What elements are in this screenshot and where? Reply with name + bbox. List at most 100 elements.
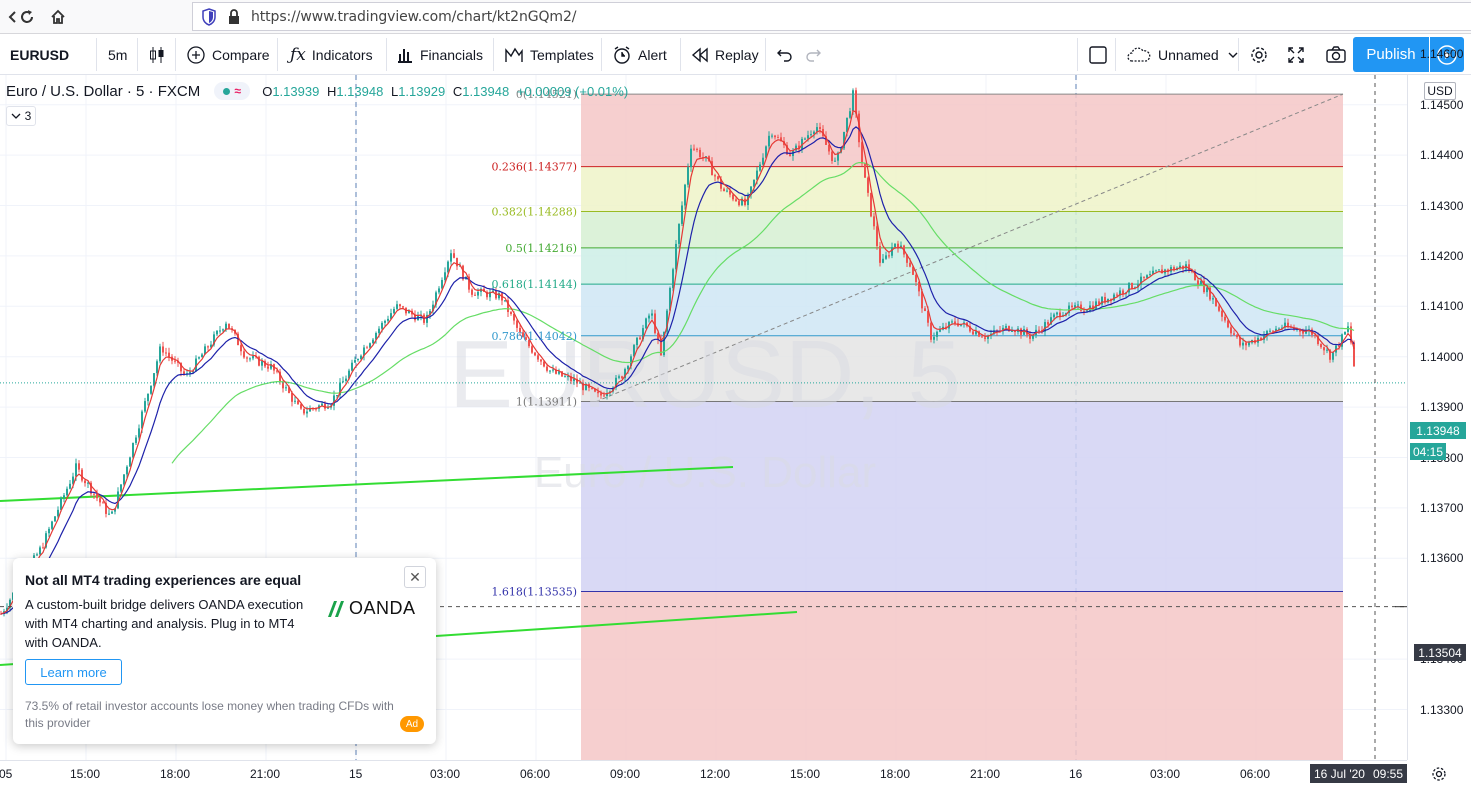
- candle-body: [267, 366, 269, 369]
- candle-body: [183, 371, 185, 374]
- candle-body: [681, 205, 683, 224]
- shield-icon[interactable]: [201, 8, 217, 31]
- redo-button[interactable]: [796, 34, 836, 75]
- time-tick-label: 15:00: [790, 767, 821, 781]
- price-tick-label: 1.13300: [1420, 702, 1464, 717]
- candle-body: [693, 148, 695, 150]
- candle-body: [771, 135, 773, 137]
- candle-body: [66, 488, 68, 496]
- market-status[interactable]: ≈: [214, 82, 251, 100]
- fib-level-label: 1.618(1.13535): [491, 586, 577, 599]
- candle-body: [96, 494, 98, 499]
- candle-body: [444, 272, 446, 280]
- symbol-search-button[interactable]: EURUSD: [2, 34, 77, 75]
- compare-button[interactable]: Compare: [178, 34, 278, 75]
- candle-body: [39, 547, 41, 555]
- redo-icon: [806, 49, 821, 62]
- last-price-tag: 1.13948: [1410, 422, 1466, 439]
- candle-body: [1236, 334, 1238, 338]
- candle-body: [471, 289, 473, 295]
- candle-body: [162, 346, 164, 353]
- candle-body: [111, 511, 113, 514]
- candle-body: [540, 359, 542, 362]
- chevron-down-icon: [1228, 52, 1238, 58]
- publish-button[interactable]: Publish: [1353, 37, 1429, 72]
- candle-body: [855, 90, 857, 114]
- candle-body: [1230, 327, 1232, 334]
- url-text[interactable]: https://www.tradingview.com/chart/kt2nGQ…: [251, 9, 577, 25]
- candle-body: [366, 347, 368, 349]
- address-bar[interactable]: https://www.tradingview.com/chart/kt2nGQ…: [192, 2, 1471, 31]
- chart-style-button[interactable]: [140, 34, 180, 75]
- learn-more-button[interactable]: Learn more: [25, 659, 122, 685]
- candle-body: [831, 151, 833, 161]
- candle-body: [564, 376, 566, 378]
- alert-button[interactable]: Alert: [604, 34, 675, 75]
- time-axis[interactable]: 05 15:00 18:00 21:00 15 03:00 06:00 09:00 12:00 1…: [0, 760, 1407, 785]
- close-value: 1.13948: [462, 83, 510, 99]
- candle-body: [1344, 331, 1346, 335]
- fib-level-label: 0.786(1.14042): [491, 330, 577, 343]
- oanda-logo[interactable]: OANDA: [325, 598, 416, 619]
- candle-body: [81, 469, 83, 481]
- fullscreen-button[interactable]: [1279, 34, 1319, 75]
- candle-body: [285, 387, 287, 389]
- time-tick-label: 21:00: [970, 767, 1001, 781]
- fib-level-label: 1(1.13911): [516, 396, 577, 409]
- candle-body: [399, 304, 401, 307]
- candle-body: [456, 257, 458, 267]
- browser-bar: https://www.tradingview.com/chart/kt2nGQ…: [0, 0, 1471, 34]
- candle-body: [165, 352, 167, 354]
- time-tick-label: 15: [349, 767, 363, 781]
- settings-corner-button[interactable]: [1430, 765, 1448, 785]
- candle-body: [864, 163, 866, 178]
- candle-body: [981, 336, 983, 338]
- layout-button[interactable]: Unnamed: [1118, 34, 1253, 75]
- open-value: 1.13939: [272, 83, 320, 99]
- ad-title: Not all MT4 trading experiences are equa…: [25, 572, 302, 588]
- candle-body: [1047, 322, 1049, 325]
- candle-body: [57, 509, 59, 517]
- indicators-collapse-button[interactable]: 3: [6, 106, 36, 126]
- candle-body: [84, 480, 86, 484]
- expand-icon: [1288, 46, 1304, 63]
- candle-body: [867, 177, 869, 193]
- candle-body: [1077, 304, 1079, 306]
- cloud-icon: [1127, 47, 1151, 62]
- candle-body: [546, 366, 548, 371]
- indicators-button[interactable]: ƒx Indicators: [282, 34, 381, 75]
- candle-body: [1221, 310, 1223, 317]
- candle-body: [816, 127, 818, 132]
- home-icon[interactable]: [45, 4, 71, 30]
- price-tick-label: 1.14600: [1420, 47, 1464, 62]
- candle-body: [1233, 333, 1235, 335]
- currency-badge[interactable]: USD: [1424, 82, 1456, 100]
- fib-level-label: 0.236(1.14377): [491, 161, 577, 174]
- low-value: 1.13929: [398, 83, 446, 99]
- candle-body: [69, 483, 71, 489]
- candle-body: [447, 261, 449, 273]
- replay-button[interactable]: Replay: [683, 34, 767, 75]
- candle-body: [873, 216, 875, 227]
- settings-button[interactable]: [1241, 34, 1283, 75]
- candle-body: [42, 547, 44, 549]
- ad-close-button[interactable]: ✕: [404, 566, 426, 588]
- candle-body: [618, 376, 620, 378]
- interval-button[interactable]: 5m: [100, 34, 135, 75]
- templates-button[interactable]: Templates: [496, 34, 602, 75]
- candle-body: [834, 160, 836, 162]
- candle-body: [246, 357, 248, 359]
- candle-body: [852, 90, 854, 112]
- candle-body: [1023, 329, 1025, 335]
- candle-body: [240, 345, 242, 352]
- financials-button[interactable]: Financials: [388, 34, 491, 75]
- candle-body: [261, 361, 263, 366]
- ad-body: A custom-built bridge delivers OANDA exe…: [25, 597, 304, 650]
- candle-body: [303, 408, 305, 414]
- candle-body: [1056, 312, 1058, 315]
- series-title[interactable]: Euro / U.S. Dollar · 5 · FXCM: [6, 83, 200, 100]
- candle-body: [915, 274, 917, 282]
- chart-legend: Euro / U.S. Dollar · 5 · FXCM ≈ O1.13939…: [6, 82, 628, 100]
- reload-icon[interactable]: [14, 4, 40, 30]
- crosshair-time-tag: 16 Jul '20 09:55: [1310, 764, 1407, 783]
